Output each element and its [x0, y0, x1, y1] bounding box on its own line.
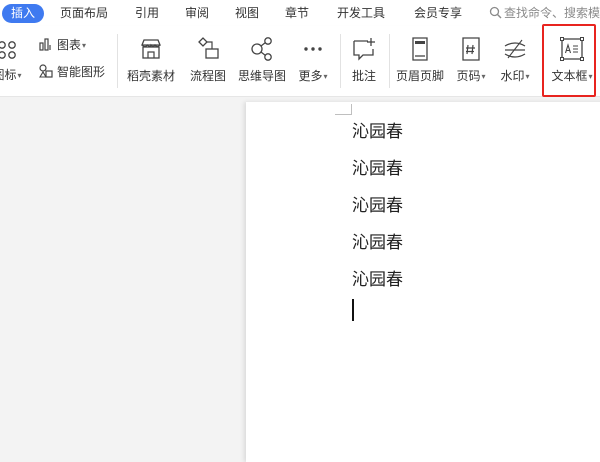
chevron-down-icon: ▾ — [82, 41, 87, 50]
comment-button[interactable]: 批注 — [344, 26, 384, 96]
tab-view[interactable]: 视图 — [235, 4, 259, 23]
flowchart-label: 流程图 — [189, 69, 226, 83]
smartart-icon — [39, 64, 53, 78]
chevron-down-icon: ▾ — [17, 71, 22, 80]
tab-page-layout[interactable]: 页面布局 — [60, 4, 108, 23]
watermark-icon — [504, 39, 526, 59]
text-line[interactable]: 沁园春 — [352, 191, 403, 216]
daoke-material-button[interactable]: 稻壳素材 — [122, 26, 180, 96]
tab-chapter[interactable]: 章节 — [285, 4, 309, 23]
icons-icon — [0, 41, 16, 59]
chevron-down-icon: ▾ — [525, 72, 530, 81]
search-icon — [489, 6, 502, 19]
more-button[interactable]: 更多▾ — [293, 26, 333, 96]
icons-label: 图标 — [0, 68, 17, 82]
text-line[interactable]: 沁园春 — [352, 265, 403, 290]
ribbon-toolbar: 图标▾ 图表▾ 智能图形 稻壳素材 流 — [0, 26, 600, 97]
tab-review[interactable]: 审阅 — [185, 4, 209, 23]
command-search[interactable]: 查找命令、搜索模 — [489, 4, 600, 23]
header-footer-label: 页眉页脚 — [395, 69, 444, 83]
flowchart-button[interactable]: 流程图 — [186, 26, 230, 96]
textbox-label: 文本框 — [551, 69, 588, 83]
more-label: 更多 — [298, 69, 323, 83]
watermark-button[interactable]: 水印▾ — [494, 26, 536, 96]
textbox-button[interactable]: 文本框▾ — [548, 26, 596, 96]
ribbon-tab-bar: 插入 页面布局 引用 审阅 视图 章节 开发工具 会员专享 查找命令、搜索模 — [0, 0, 600, 26]
document-canvas[interactable]: 沁园春 沁园春 沁园春 沁园春 沁园春 — [0, 97, 600, 462]
page-number-button[interactable]: 页码▾ — [451, 26, 491, 96]
watermark-label: 水印 — [500, 69, 525, 83]
tab-insert[interactable]: 插入 — [2, 4, 45, 23]
bar-chart-icon — [39, 38, 51, 51]
smartart-button[interactable]: 智能图形 — [38, 63, 105, 81]
header-footer-button[interactable]: 页眉页脚 — [392, 26, 448, 96]
divider — [389, 34, 390, 88]
mindmap-icon — [251, 37, 272, 61]
margin-corner-mark — [335, 104, 352, 115]
page-number-icon — [462, 37, 480, 61]
store-icon — [141, 39, 161, 59]
page-number-label: 页码 — [456, 69, 481, 83]
flowchart-icon — [198, 37, 219, 59]
tab-references[interactable]: 引用 — [135, 4, 159, 23]
icons-button[interactable]: 图标▾ — [0, 26, 22, 96]
mindmap-label: 思维导图 — [237, 69, 286, 83]
text-line[interactable]: 沁园春 — [352, 228, 403, 253]
divider — [117, 34, 118, 88]
chevron-down-icon: ▾ — [588, 72, 593, 81]
divider — [340, 34, 341, 88]
more-dots-icon — [304, 47, 322, 51]
chart-button[interactable]: 图表▾ — [38, 36, 86, 54]
chart-label: 图表 — [57, 38, 82, 52]
comment-add-icon — [353, 38, 375, 61]
text-line[interactable]: 沁园春 — [352, 117, 403, 142]
document-page[interactable]: 沁园春 沁园春 沁园春 沁园春 沁园春 — [246, 102, 600, 462]
tab-developer[interactable]: 开发工具 — [337, 4, 385, 23]
text-line[interactable]: 沁园春 — [352, 154, 403, 179]
header-footer-icon — [412, 37, 428, 61]
mindmap-button[interactable]: 思维导图 — [235, 26, 289, 96]
smartart-label: 智能图形 — [57, 65, 106, 79]
comment-label: 批注 — [351, 69, 376, 83]
textbox-icon — [560, 37, 584, 61]
chevron-down-icon: ▾ — [323, 72, 328, 81]
tab-member[interactable]: 会员专享 — [414, 4, 462, 23]
daoke-material-label: 稻壳素材 — [126, 69, 175, 83]
chevron-down-icon: ▾ — [481, 72, 486, 81]
search-placeholder: 查找命令、搜索模 — [504, 6, 600, 20]
text-cursor — [352, 299, 354, 321]
